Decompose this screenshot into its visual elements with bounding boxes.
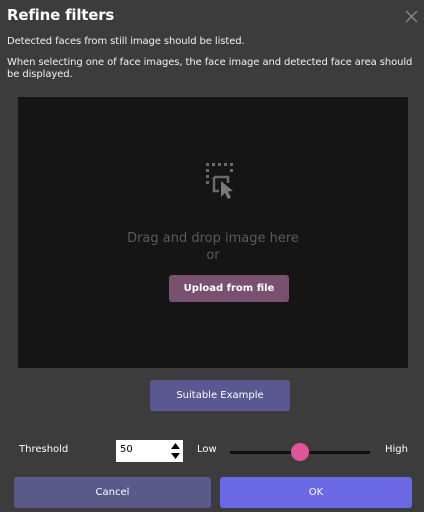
stepper-arrows-icon[interactable] [170,441,181,461]
threshold-label: Threshold [19,444,69,455]
close-icon[interactable] [405,10,418,23]
threshold-stepper[interactable]: 50 [116,440,183,462]
upload-from-file-button[interactable]: Upload from file [169,275,289,302]
slider-high-label: High [385,444,408,455]
ok-button[interactable]: OK [220,477,412,508]
dialog-title: Refine filters [7,6,115,24]
description-detected-faces: Detected faces from still image should b… [7,36,245,47]
threshold-slider-thumb[interactable] [291,443,309,461]
drop-instruction: Drag and drop image here [127,231,299,246]
threshold-value[interactable]: 50 [120,444,133,455]
image-drop-zone[interactable]: Drag and drop image here or Upload from … [18,97,408,368]
refine-filters-dialog: Refine filters Detected faces from still… [0,0,424,512]
slider-low-label: Low [197,444,217,455]
drop-or-text: or [206,248,220,263]
drag-drop-select-icon [206,163,233,199]
cancel-button[interactable]: Cancel [14,477,211,508]
suitable-example-button[interactable]: Suitable Example [150,380,290,411]
description-selection-behavior: When selecting one of face images, the f… [7,57,413,80]
